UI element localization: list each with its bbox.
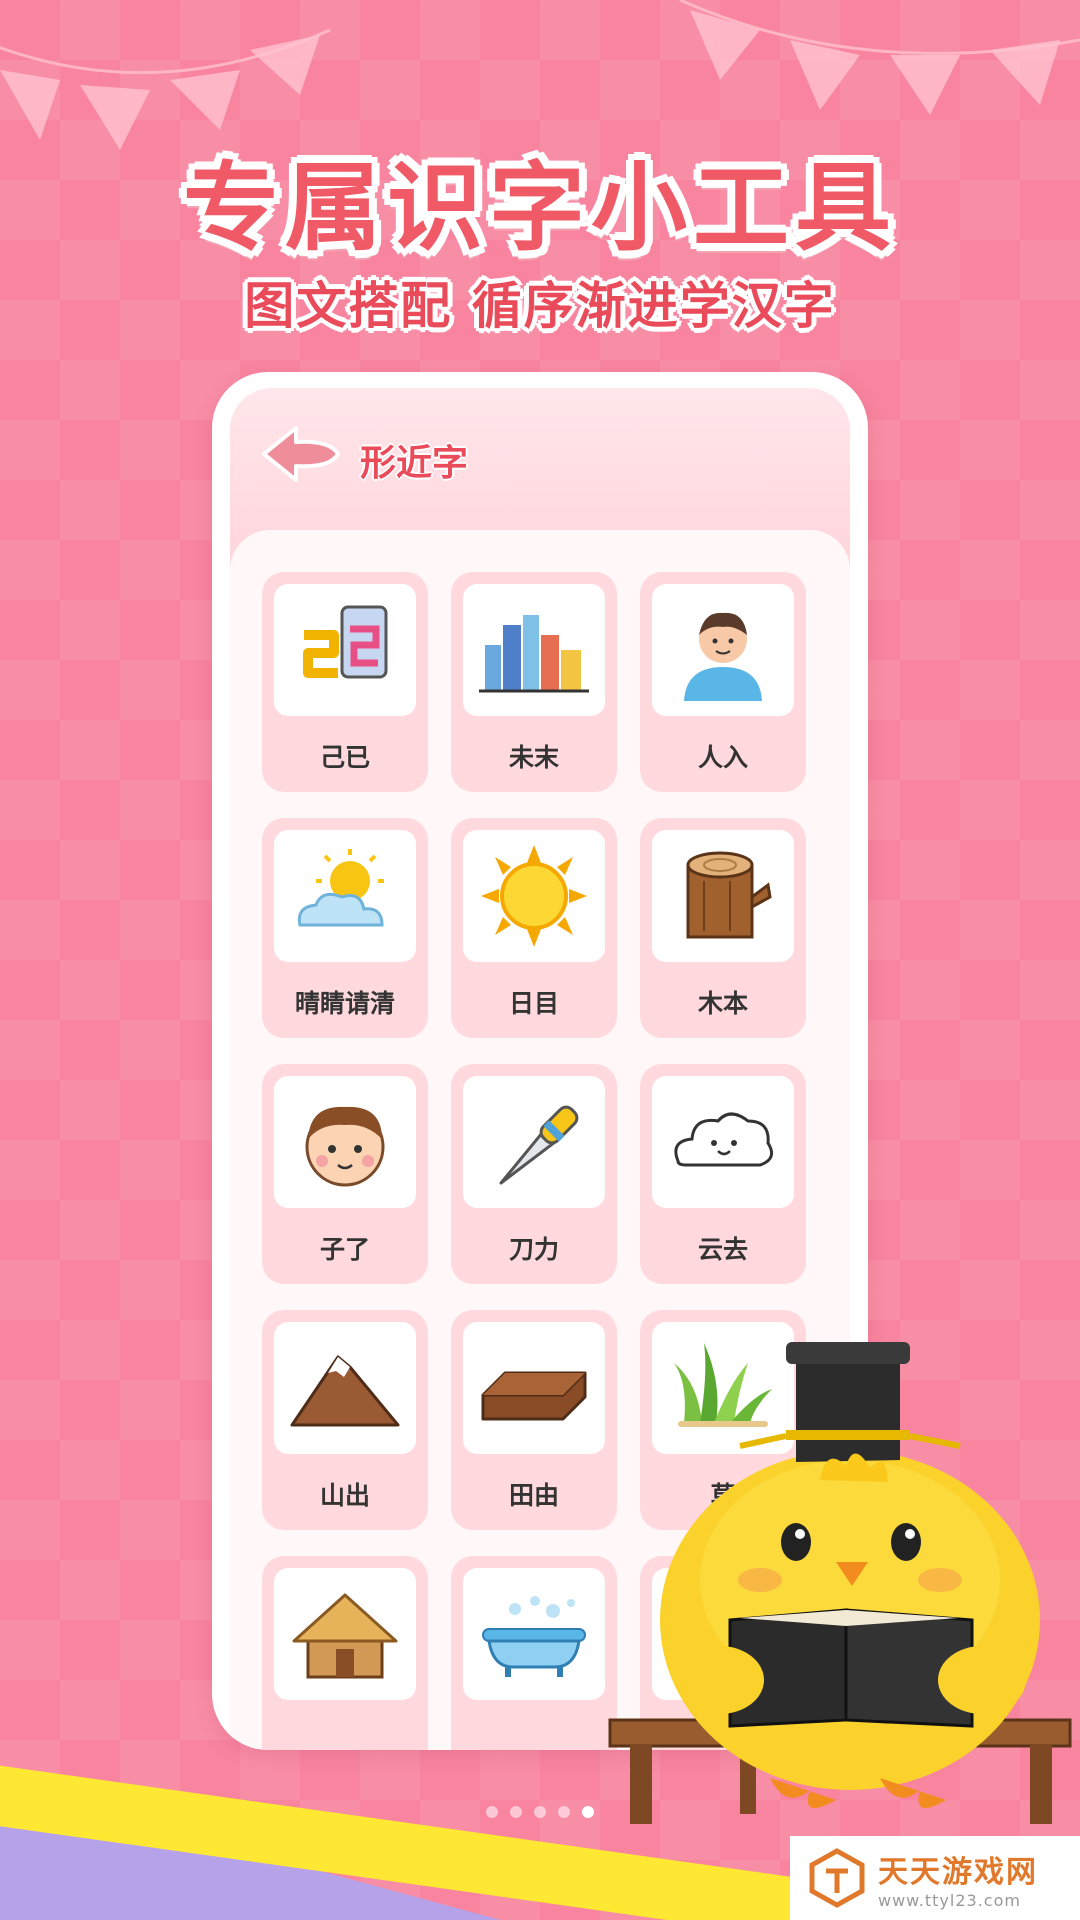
knife-icon — [463, 1076, 605, 1208]
card-label: 未末 — [508, 743, 559, 772]
card-label: 木本 — [697, 989, 748, 1018]
page-dot[interactable] — [486, 1806, 498, 1818]
char-card-wei-mo[interactable]: 未末 — [451, 572, 617, 792]
card-label: 己已 — [319, 743, 370, 772]
hut-icon — [274, 1568, 416, 1700]
char-card-mu-ben[interactable]: 木本 — [640, 818, 806, 1038]
page-title: 形近字 — [360, 443, 469, 484]
card-label: 日目 — [508, 989, 559, 1018]
sun-cloud-icon — [274, 830, 416, 962]
card-label: 晴睛请清 — [294, 989, 395, 1018]
char-card-ren-ru[interactable]: 人入 — [640, 572, 806, 792]
back-arrow-icon[interactable] — [260, 422, 342, 486]
watermark-name: 天天游戏网 — [878, 1854, 1038, 1890]
subline: 图文搭配 循序渐进学汉字 — [244, 277, 836, 335]
watermark-url: www.ttyl23.com — [878, 1890, 1021, 1910]
char-card-hut[interactable] — [262, 1556, 428, 1750]
card-label: 刀力 — [508, 1235, 559, 1264]
card-label: 田由 — [508, 1481, 559, 1510]
char-card-yun-qu[interactable]: 云去 — [640, 1064, 806, 1284]
card-label: 人入 — [697, 743, 748, 772]
char-card-dao-li[interactable]: 刀力 — [451, 1064, 617, 1284]
watermark-banner: 天天游戏网 www.ttyl23.com — [790, 1836, 1080, 1920]
page-dot[interactable] — [510, 1806, 522, 1818]
page-dot[interactable] — [558, 1806, 570, 1818]
pagination-dots — [486, 1806, 594, 1818]
card-label: 山出 — [319, 1481, 370, 1510]
boy-face-icon — [274, 1076, 416, 1208]
mountain-icon — [274, 1322, 416, 1454]
chick-mascot-icon — [608, 1342, 1072, 1824]
card-label: 云去 — [697, 1235, 748, 1264]
bathtub-icon — [463, 1568, 605, 1700]
char-card-tian-you[interactable]: 田由 — [451, 1310, 617, 1530]
char-card-zi-le[interactable]: 子了 — [262, 1064, 428, 1284]
city-buildings-icon — [463, 584, 605, 716]
char-card-qing[interactable]: 晴睛请清 — [262, 818, 428, 1038]
field-block-icon — [463, 1322, 605, 1454]
page-dot[interactable] — [534, 1806, 546, 1818]
char-card-ji-yi[interactable]: 己已 — [262, 572, 428, 792]
card-label: 子了 — [319, 1235, 370, 1264]
ji-yi-letters-icon — [274, 584, 416, 716]
char-card-shan-chu[interactable]: 山出 — [262, 1310, 428, 1530]
person-icon — [652, 584, 794, 716]
page-dot-active[interactable] — [582, 1806, 594, 1818]
log-icon — [652, 830, 794, 962]
sun-icon — [463, 830, 605, 962]
char-card-ri-mu[interactable]: 日目 — [451, 818, 617, 1038]
cloud-icon — [652, 1076, 794, 1208]
site-logo-icon — [809, 1848, 865, 1908]
headline: 专属识字小工具 — [183, 152, 897, 264]
char-card-bath[interactable] — [451, 1556, 617, 1750]
